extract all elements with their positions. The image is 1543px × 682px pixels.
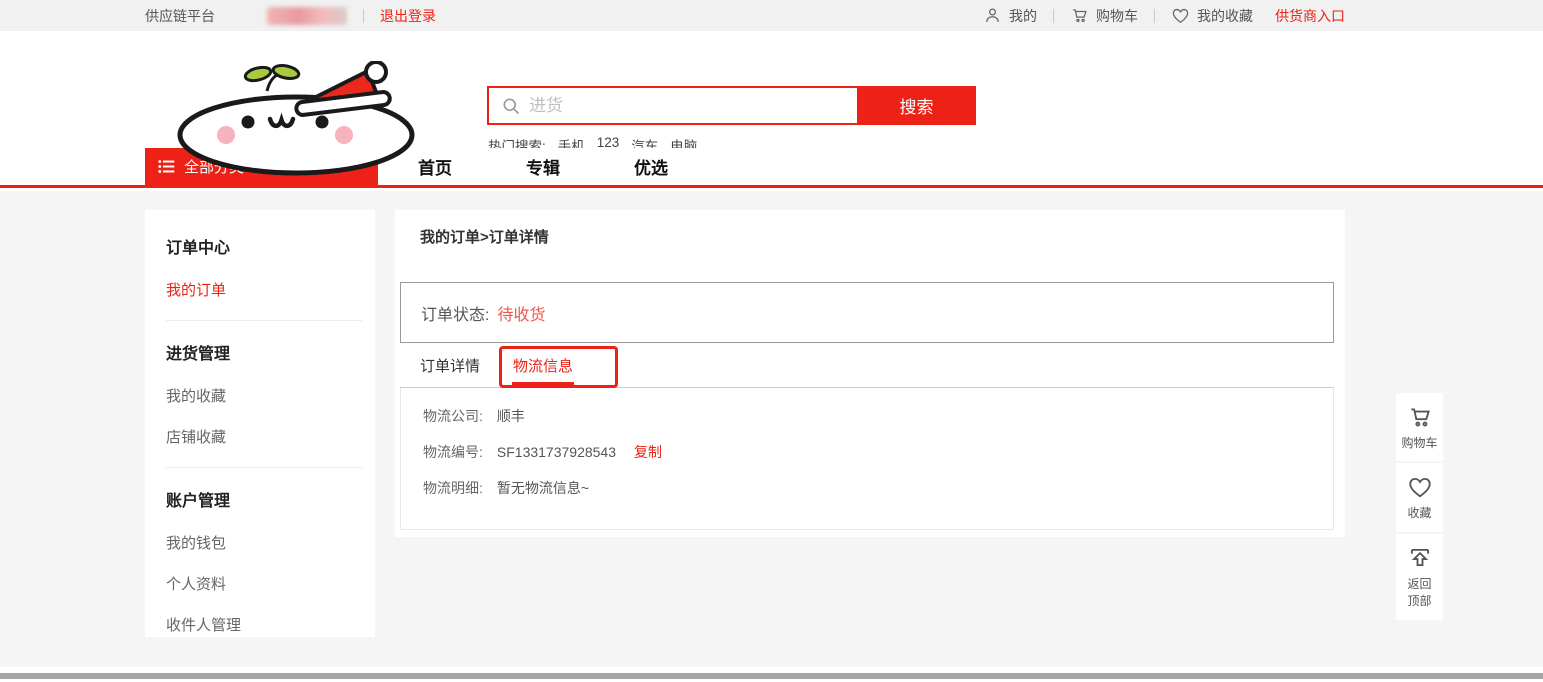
nav-item-albums[interactable]: 专辑 [526, 154, 560, 179]
heart-icon [1407, 474, 1433, 500]
username-redacted [267, 7, 347, 25]
logistics-detail-label: 物流明细: [423, 478, 483, 498]
order-detail-panel: 我的订单>订单详情 订单状态: 待收货 订单详情 物流信息 物流公司: 顺丰 物… [395, 210, 1345, 537]
divider [166, 467, 362, 468]
nav-item-home[interactable]: 首页 [418, 154, 452, 179]
horizontal-scrollbar[interactable] [0, 673, 1543, 679]
favorites-link[interactable]: 我的收藏 [1171, 6, 1253, 26]
back-to-top-icon [1407, 545, 1433, 571]
site-header: 搜索 热门搜索: 手机 123 汽车 电脑 [0, 31, 1543, 148]
logistics-company-label: 物流公司: [423, 406, 483, 426]
logistics-info-panel: 物流公司: 顺丰 物流编号: SF1331737928543 复制 物流明细: … [400, 388, 1334, 530]
logistics-company-value: 顺丰 [497, 406, 525, 426]
tab-order-detail[interactable]: 订单详情 [420, 343, 480, 387]
order-status-box: 订单状态: 待收货 [400, 282, 1334, 343]
logistics-detail-value: 暂无物流信息~ [497, 478, 589, 498]
sidebar-item-my-orders[interactable]: 我的订单 [166, 279, 375, 300]
logistics-company-row: 物流公司: 顺丰 [423, 406, 1333, 426]
divider [363, 9, 364, 23]
platform-title: 供应链平台 [145, 6, 215, 26]
detail-tabs: 订单详情 物流信息 [400, 343, 1334, 388]
sidebar-item-recipient-mgmt[interactable]: 收件人管理 [166, 614, 375, 635]
cart-link[interactable]: 购物车 [1070, 6, 1138, 26]
tab-logistics-info[interactable]: 物流信息 [513, 343, 573, 387]
heart-icon [1171, 6, 1190, 25]
divider [1053, 9, 1054, 23]
copy-button[interactable]: 复制 [634, 442, 662, 462]
sidebar-item-profile[interactable]: 个人资料 [166, 573, 375, 594]
sidebar-item-my-favorites[interactable]: 我的收藏 [166, 385, 375, 406]
float-favorite-button[interactable]: 收藏 [1396, 463, 1443, 531]
supplier-entry-link[interactable]: 供货商入口 [1275, 6, 1345, 26]
sidebar-section-purchase-mgmt: 进货管理 [166, 340, 375, 364]
order-status-value: 待收货 [497, 301, 545, 325]
sidebar-section-order-center: 订单中心 [166, 234, 375, 258]
site-logo [170, 61, 420, 181]
nav-item-preferred[interactable]: 优选 [634, 154, 668, 179]
order-status-label: 订单状态: [421, 301, 489, 325]
logistics-detail-row: 物流明细: 暂无物流信息~ [423, 478, 1333, 498]
logistics-number-row: 物流编号: SF1331737928543 复制 [423, 442, 1333, 462]
float-cart-label: 购物车 [1400, 435, 1440, 452]
sidebar-item-store-favorites[interactable]: 店铺收藏 [166, 426, 375, 447]
cart-icon [1407, 404, 1433, 430]
back-to-top-label: 返回顶部 [1407, 576, 1433, 611]
cart-icon [1070, 6, 1089, 25]
user-icon [983, 6, 1002, 25]
divider [166, 320, 362, 321]
floating-toolbar: 购物车 收藏 返回顶部 [1396, 393, 1443, 620]
search-input[interactable] [529, 88, 857, 123]
breadcrumb: 我的订单>订单详情 [420, 226, 1334, 247]
sidebar-item-my-wallet[interactable]: 我的钱包 [166, 532, 375, 553]
float-favorite-label: 收藏 [1405, 505, 1435, 522]
logout-link[interactable]: 退出登录 [380, 6, 436, 26]
logistics-number-value: SF1331737928543 [497, 444, 616, 460]
search-box: 搜索 [487, 86, 976, 125]
divider [1154, 9, 1155, 23]
search-icon [501, 96, 521, 116]
my-account-link[interactable]: 我的 [983, 6, 1037, 26]
float-cart-button[interactable]: 购物车 [1396, 393, 1443, 461]
logistics-number-label: 物流编号: [423, 442, 483, 462]
page: 供应链平台 退出登录 我的 购物车 我的收藏 [0, 0, 1543, 682]
top-bar: 供应链平台 退出登录 我的 购物车 我的收藏 [0, 0, 1543, 31]
sidebar: 订单中心 我的订单 进货管理 我的收藏 店铺收藏 账户管理 我的钱包 个人资料 … [145, 210, 375, 637]
search-button[interactable]: 搜索 [857, 86, 976, 125]
sidebar-section-account-mgmt: 账户管理 [166, 487, 375, 511]
back-to-top-button[interactable]: 返回顶部 [1396, 534, 1443, 620]
